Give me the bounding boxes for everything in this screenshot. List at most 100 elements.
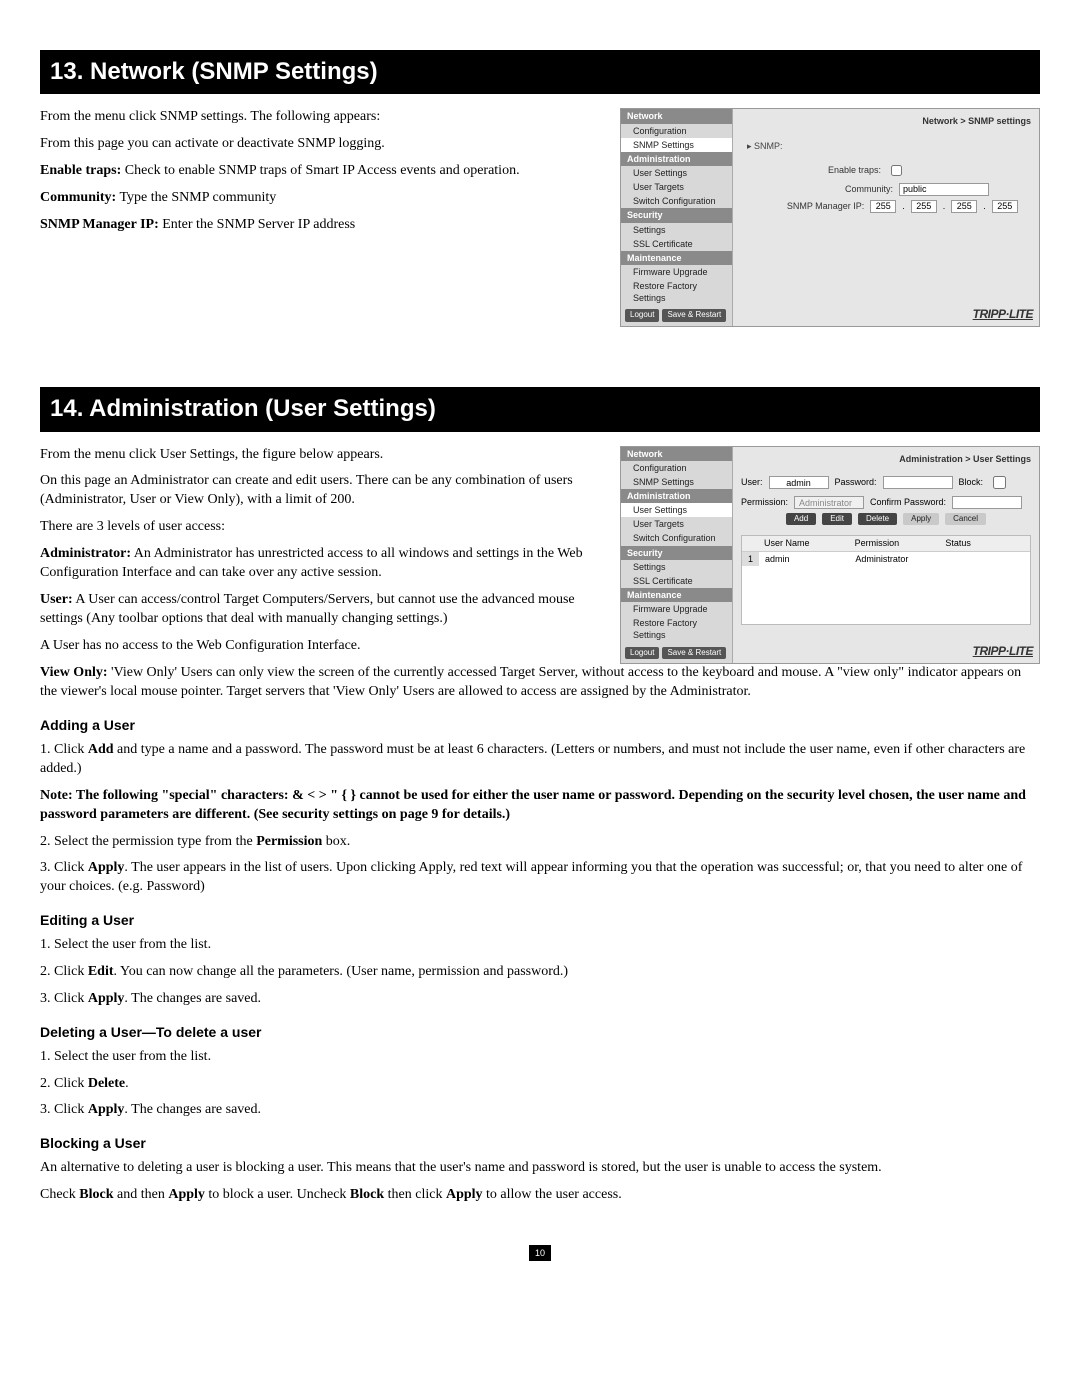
confirm-password-field[interactable] <box>952 496 1022 509</box>
editing-s2c: . You can now change all the parameters.… <box>114 964 569 979</box>
s2-item-config[interactable]: Configuration <box>621 461 732 475</box>
perm-label: Permission: <box>741 496 788 508</box>
deleting-s3b: Apply <box>88 1102 125 1117</box>
side-cat-maint: Maintenance <box>621 251 732 265</box>
s14-p2: On this page an Administrator can create… <box>40 472 604 510</box>
s13-mgrip-rest: Enter the SNMP Server IP address <box>159 217 356 232</box>
community-input[interactable] <box>899 183 989 196</box>
s2-cat-sec: Security <box>621 546 732 560</box>
s14-p3: There are 3 levels of user access: <box>40 518 604 537</box>
user-rest: A User can access/control Target Compute… <box>40 592 575 626</box>
s2-save-restart-button[interactable]: Save & Restart <box>662 647 726 660</box>
bp2f: Block <box>350 1187 384 1202</box>
side-item-user[interactable]: User Settings <box>621 166 732 180</box>
s2-item-targets[interactable]: User Targets <box>621 517 732 531</box>
col-username: User Name <box>758 536 849 550</box>
delete-button[interactable]: Delete <box>858 513 897 526</box>
side-cat-admin: Administration <box>621 152 732 166</box>
s2-cat-maint: Maintenance <box>621 588 732 602</box>
adding-s2: 2. Select the permission type from the P… <box>40 833 1040 852</box>
side-item-targets[interactable]: User Targets <box>621 180 732 194</box>
mgr-ip-label: SNMP Manager IP: <box>754 200 864 212</box>
user-settings-screenshot: Network Configuration SNMP Settings Admi… <box>620 446 1040 665</box>
s2-cat-network: Network <box>621 447 732 461</box>
row-num: 1 <box>742 552 759 566</box>
editing-s3b: Apply <box>88 991 125 1006</box>
s2-logout-button[interactable]: Logout <box>625 647 659 660</box>
deleting-s2: 2. Click Delete. <box>40 1075 1040 1094</box>
side-item-sec-settings[interactable]: Settings <box>621 223 732 237</box>
s14-admin: Administrator: An Administrator has unre… <box>40 545 604 583</box>
s2-item-user[interactable]: User Settings <box>621 503 732 517</box>
s14-user-noaccess: A User has no access to the Web Configur… <box>40 637 604 656</box>
editing-s1: 1. Select the user from the list. <box>40 936 1040 955</box>
adding-s1b: Add <box>88 742 114 757</box>
side-cat-sec: Security <box>621 208 732 222</box>
side-item-snmp[interactable]: SNMP Settings <box>621 138 732 152</box>
apply-button[interactable]: Apply <box>903 513 939 526</box>
bp2e: to block a user. Uncheck <box>205 1187 350 1202</box>
deleting-s3: 3. Click Apply. The changes are saved. <box>40 1101 1040 1120</box>
adding-s3: 3. Click Apply. The user appears in the … <box>40 859 1040 897</box>
save-restart-button[interactable]: Save & Restart <box>662 309 726 322</box>
community-label: Community: <box>783 183 893 195</box>
shot2-sidebar: Network Configuration SNMP Settings Admi… <box>621 447 733 664</box>
adding-s1a: 1. Click <box>40 742 88 757</box>
row-perm: Administrator <box>849 552 939 566</box>
add-button[interactable]: Add <box>786 513 816 526</box>
s2-item-restore[interactable]: Restore Factory Settings <box>621 616 732 642</box>
deleting-s2c: . <box>125 1076 129 1091</box>
password-field[interactable] <box>883 476 953 489</box>
section-13-heading: 13. Network (SNMP Settings) <box>40 50 1040 94</box>
s2-item-switch[interactable]: Switch Configuration <box>621 531 732 545</box>
s14-user: User: A User can access/control Target C… <box>40 591 604 629</box>
deleting-s1: 1. Select the user from the list. <box>40 1048 1040 1067</box>
table-row[interactable]: 1 admin Administrator <box>742 552 1030 566</box>
s13-p2: From this page you can activate or deact… <box>40 135 604 154</box>
editing-s2b: Edit <box>88 964 114 979</box>
permission-select[interactable]: Administrator <box>794 496 864 509</box>
side-item-config[interactable]: Configuration <box>621 124 732 138</box>
user-field[interactable]: admin <box>769 476 829 489</box>
side-item-switch[interactable]: Switch Configuration <box>621 194 732 208</box>
edit-button[interactable]: Edit <box>822 513 852 526</box>
s2-item-sec-settings[interactable]: Settings <box>621 560 732 574</box>
ip-octet-4[interactable] <box>992 200 1018 213</box>
cancel-button[interactable]: Cancel <box>945 513 986 526</box>
tripp-lite-logo-2: TRIPP·LITE <box>973 643 1033 659</box>
side-item-restore[interactable]: Restore Factory Settings <box>621 279 732 305</box>
shot1-sidebar: Network Configuration SNMP Settings Admi… <box>621 109 733 326</box>
s2-item-fw[interactable]: Firmware Upgrade <box>621 602 732 616</box>
section-14-text: From the menu click User Settings, the f… <box>40 446 604 665</box>
side-item-ssl[interactable]: SSL Certificate <box>621 237 732 251</box>
shot2-breadcrumb: Administration > User Settings <box>741 451 1031 473</box>
blocking-p1: An alternative to deleting a user is blo… <box>40 1159 1040 1178</box>
s13-mgrip: SNMP Manager IP: Enter the SNMP Server I… <box>40 216 604 235</box>
shot1-main: Network > SNMP settings ▸ SNMP: Enable t… <box>733 109 1039 326</box>
editing-heading: Editing a User <box>40 911 1040 930</box>
ip-octet-3[interactable] <box>951 200 977 213</box>
side-item-fw[interactable]: Firmware Upgrade <box>621 265 732 279</box>
s13-community: Community: Type the SNMP community <box>40 189 604 208</box>
s13-enable: Enable traps: Check to enable SNMP traps… <box>40 162 604 181</box>
s14-p1: From the menu click User Settings, the f… <box>40 446 604 465</box>
deleting-s2b: Delete <box>88 1076 125 1091</box>
s2-item-snmp[interactable]: SNMP Settings <box>621 475 732 489</box>
adding-s3c: . The user appears in the list of users.… <box>40 860 1022 894</box>
deleting-heading: Deleting a User—To delete a user <box>40 1023 1040 1042</box>
col-permission: Permission <box>849 536 940 550</box>
blocking-heading: Blocking a User <box>40 1134 1040 1153</box>
enable-traps-checkbox[interactable] <box>891 165 902 176</box>
shot1-breadcrumb: Network > SNMP settings <box>741 113 1031 135</box>
view-label: View Only: <box>40 665 108 680</box>
ip-octet-2[interactable] <box>911 200 937 213</box>
page-number: 10 <box>529 1245 551 1261</box>
adding-s3b: Apply <box>88 860 125 875</box>
s13-enable-label: Enable traps: <box>40 163 121 178</box>
ip-octet-1[interactable] <box>870 200 896 213</box>
s13-community-rest: Type the SNMP community <box>116 190 276 205</box>
block-checkbox[interactable] <box>993 476 1006 489</box>
s2-item-ssl[interactable]: SSL Certificate <box>621 574 732 588</box>
logout-button[interactable]: Logout <box>625 309 659 322</box>
s13-enable-rest: Check to enable SNMP traps of Smart IP A… <box>121 163 519 178</box>
